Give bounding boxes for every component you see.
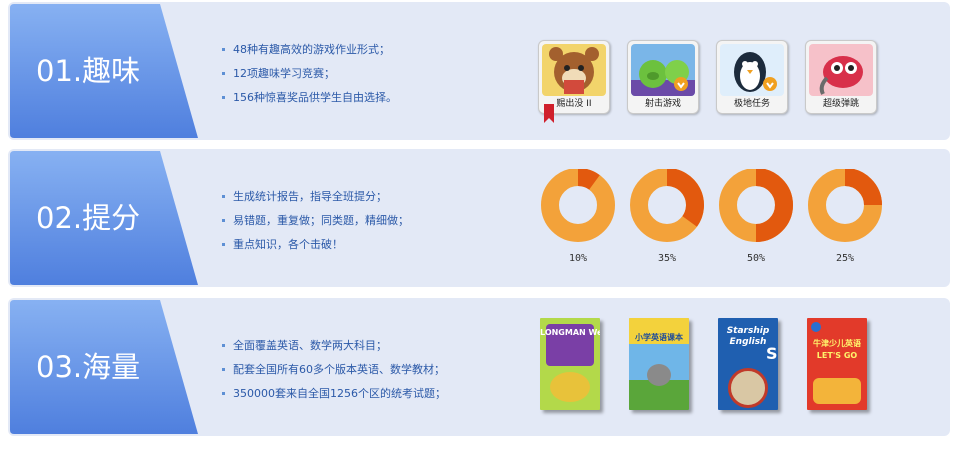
section-improve: 02.提分 生成统计报告，指导全班提分； 易错题，重复做；同类题，精细做； 重点… [8,149,950,287]
book-starship[interactable]: Starship English S [718,318,782,416]
section-title: 02.提分 [36,201,141,235]
section-title: 01.趣味 [36,54,141,88]
list-item: 12项趣味学习竞赛； [220,62,397,86]
section-fun: 01.趣味 48种有趣高效的游戏作业形式； 12项趣味学习竞赛； 156种惊喜奖… [8,2,950,140]
list-item: 156种惊喜奖品供学生自由选择。 [220,86,397,110]
app-tile-penguin[interactable]: 极地任务 [716,40,788,114]
starship-book-cover: Starship English S [718,318,778,410]
section-title: 03.海量 [36,350,141,384]
bullet-icon [222,195,225,198]
list-item: 生成统计报告，指导全班提分； [220,185,409,209]
list-item: 重点知识，各个击破！ [220,233,409,257]
donut-chart-icon [630,169,704,242]
app-label: 射击游戏 [644,99,681,109]
donut-value-arc [666,169,704,227]
bullet-icon [222,219,225,222]
feature-list: 48种有趣高效的游戏作业形式； 12项趣味学习竞赛； 156种惊喜奖品供学生自由… [220,38,397,110]
longman-book-cover: LONGMAN Welcome to English [540,318,600,410]
pig-shooter-icon [631,44,695,96]
list-item: 易错题，重复做；同类题，精细做； [220,209,409,233]
donut-percent-label: 25% [835,253,855,264]
list-item: 全面覆盖英语、数学两大科目； [220,334,446,358]
list-item: 配套全国所有60多个版本英语、数学教材； [220,358,446,382]
lets-go-book-cover: 牛津少儿英语 LET'S GO [807,318,867,410]
feature-list: 全面覆盖英语、数学两大科目； 配套全国所有60多个版本英语、数学教材； 3500… [220,334,446,406]
app-tile-bear[interactable]: 赐出没 II [538,40,610,123]
donut-chart-icon [719,169,793,242]
hello-english-book-cover: 小学英语课本 [629,318,689,410]
donut-percent-label: 35% [657,253,677,264]
donut-percent-label: 10% [568,253,588,264]
donut-chart-icon [808,169,882,242]
donut-value-arc [755,169,793,242]
donut-value-arc [577,169,600,191]
score-donut: 25% [807,169,883,273]
book-longman[interactable]: LONGMAN Welcome to English [540,318,604,416]
book-lets-go[interactable]: 牛津少儿英语 LET'S GO [807,318,871,416]
list-item: 350000套来自全国1256个区的统考试题； [220,382,446,406]
app-tile-bird[interactable]: 超级弹跳 [805,40,877,114]
app-label: 超级弹跳 [822,99,859,109]
feature-list: 生成统计报告，指导全班提分； 易错题，重复做；同类题，精细做； 重点知识，各个击… [220,185,409,257]
app-tile-shooter[interactable]: 射击游戏 [627,40,699,114]
bullet-icon [222,72,225,75]
book-title: 小学英语课本 [635,333,683,342]
bullet-icon [222,392,225,395]
book-title: 牛津少儿英语 LET'S GO [813,339,861,360]
section-tag: 03.海量 [10,300,198,434]
bullet-icon [222,48,225,51]
score-donut: 35% [629,169,705,273]
app-label: 极地任务 [733,99,770,109]
bullet-icon [222,243,225,246]
book-hello[interactable]: 小学英语课本 [629,318,693,416]
bullet-icon [222,368,225,371]
bear-game-icon [542,44,606,96]
donut-value-arc [844,169,882,206]
donut-chart-icon [541,169,615,242]
section-tag: 01.趣味 [10,4,198,138]
score-donut: 50% [718,169,794,273]
section-tag: 02.提分 [10,151,198,285]
penguin-icon [720,44,784,96]
bullet-icon [222,96,225,99]
bullet-icon [222,344,225,347]
bird-icon [809,44,873,96]
section-volume: 03.海量 全面覆盖英语、数学两大科目； 配套全国所有60多个版本英语、数学教材… [8,298,950,436]
score-donut: 10% [540,169,616,273]
bookmark-ribbon-icon [544,104,554,123]
book-title: LONGMAN Welcome to English [540,328,600,337]
list-item: 48种有趣高效的游戏作业形式； [220,38,397,62]
donut-percent-label: 50% [746,253,766,264]
